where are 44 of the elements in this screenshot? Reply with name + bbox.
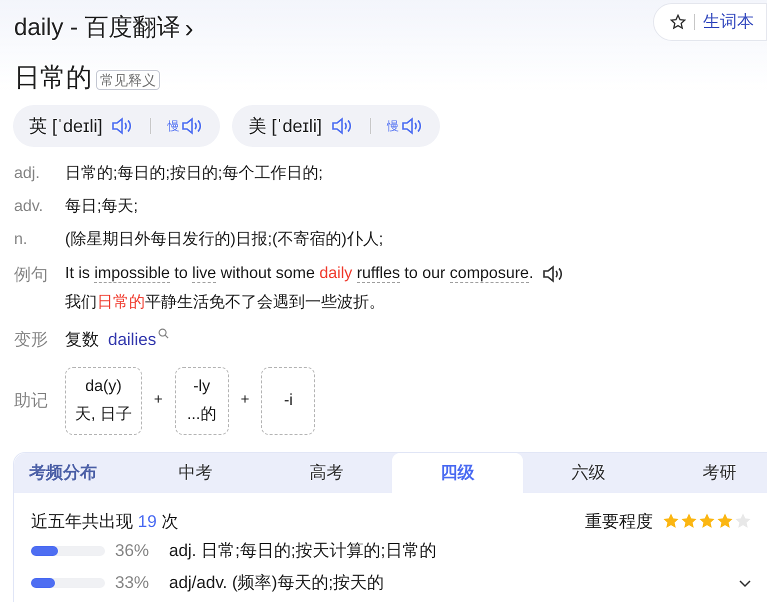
mnemonic-meaning: 天, 日子 <box>75 404 132 424</box>
page-title: daily - 百度翻译 <box>14 13 181 43</box>
mnemonic-root: -i <box>284 390 293 410</box>
mnemonic-root: da(y) <box>85 376 122 396</box>
common-meaning-tag: 常见释义 <box>96 70 160 90</box>
definition-text: 每日;每天; <box>65 196 138 216</box>
frequency-percent: 36% <box>115 540 150 562</box>
vocabulary-button[interactable]: 生词本 <box>653 3 767 41</box>
dailies-link[interactable]: dailies <box>108 327 156 352</box>
headword: 日常的 <box>14 61 92 94</box>
definition-text: 日常的;每日的;按日的;每个工作日的; <box>65 164 323 184</box>
plus-sign: + <box>240 390 250 410</box>
pronunciation-text: 英 [ˈdeɪli] <box>29 114 102 138</box>
pronunciation-text: 美 [ˈdeɪli] <box>248 114 322 138</box>
definition-text: (除星期日外每日发行的)日报;(不寄宿的)仆人; <box>65 230 384 250</box>
exam-tab[interactable]: 中考 <box>130 452 261 492</box>
exam-tab[interactable]: 六级 <box>523 452 654 492</box>
panel-title: 考频分布 <box>28 462 98 484</box>
sense-text: adj/adv. (频率)每天的;按天的 <box>169 572 386 594</box>
search-icon[interactable] <box>158 328 170 340</box>
occurrence-count: 近五年共出现 19 次 <box>31 510 178 532</box>
mnemonic-root: -ly <box>193 376 210 396</box>
importance-label: 重要程度 <box>585 510 653 532</box>
example-label: 例句 <box>14 264 49 286</box>
exam-tab[interactable]: 考研 <box>654 452 767 492</box>
part-of-speech: adj. <box>14 164 41 184</box>
example-sentence: It is impossible to live without some daily ruffles to our composure. <box>65 264 534 285</box>
part-of-speech: adv. <box>14 196 44 216</box>
slow-label[interactable]: 慢 <box>386 120 399 132</box>
chevron-icon[interactable]: › <box>184 15 194 41</box>
mnemonic-meaning: ...的 <box>186 404 216 424</box>
example-translation: 我们 日常的平静生活免不了会遇到一些波折。 <box>65 292 386 313</box>
expand-icon[interactable] <box>738 578 752 588</box>
star-icon <box>670 14 686 30</box>
slow-label[interactable]: 慢 <box>167 120 180 132</box>
part-of-speech: n. <box>14 230 28 250</box>
plural-label: 复数 <box>65 329 99 351</box>
mnemonic-label: 助记 <box>14 390 49 412</box>
exam-tab[interactable]: 四级 <box>392 452 523 492</box>
frequency-percent: 33% <box>115 572 150 594</box>
inflection-label: 变形 <box>14 329 49 351</box>
sense-text: adj. 日常;每日的;按天计算的;日常的 <box>169 540 438 562</box>
plus-sign: + <box>154 390 163 410</box>
exam-tab[interactable]: 高考 <box>261 452 392 492</box>
